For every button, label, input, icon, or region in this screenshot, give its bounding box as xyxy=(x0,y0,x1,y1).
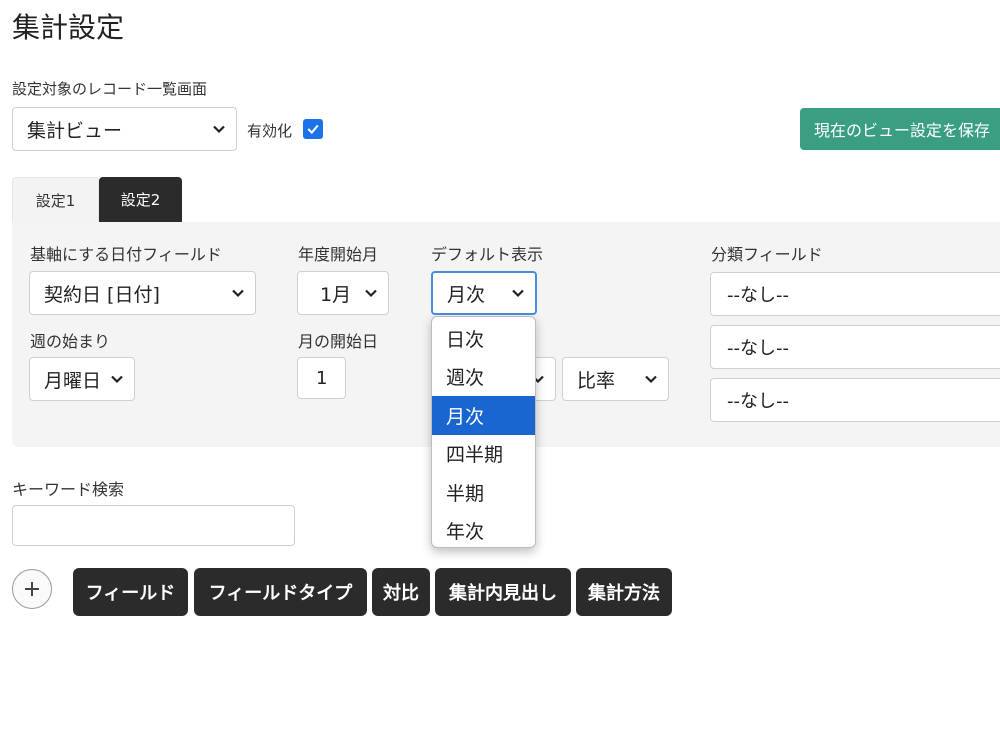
option-yearly[interactable]: 年次 xyxy=(432,512,535,551)
tab-settings-1[interactable]: 設定1 xyxy=(12,177,99,222)
target-view-value: 集計ビュー xyxy=(27,119,123,142)
month-start-label: 月の開始日 xyxy=(298,332,379,351)
enable-checkbox[interactable] xyxy=(303,119,323,139)
option-weekly[interactable]: 週次 xyxy=(432,358,535,397)
tab-settings-2[interactable]: 設定2 xyxy=(99,177,182,222)
category-field-select-2[interactable]: --なし-- xyxy=(710,325,1000,369)
chevron-down-icon xyxy=(110,372,124,386)
ratio-value: 比率 xyxy=(577,369,616,392)
option-half-year[interactable]: 半期 xyxy=(432,473,535,512)
target-view-label: 設定対象のレコード一覧画面 xyxy=(12,80,208,98)
default-view-label: デフォルト表示 xyxy=(431,245,544,264)
week-start-label: 週の始まり xyxy=(30,332,111,351)
page-title: 集計設定 xyxy=(12,11,125,44)
default-view-select[interactable]: 月次 xyxy=(431,271,537,315)
category-field-select-3[interactable]: --なし-- xyxy=(710,378,1000,422)
category-field-label: 分類フィールド xyxy=(711,245,823,264)
add-button[interactable] xyxy=(12,569,52,609)
date-field-value: 契約日 [日付] xyxy=(44,283,160,306)
date-field-label: 基軸にする日付フィールド xyxy=(30,245,222,264)
plus-icon xyxy=(25,582,39,596)
checkmark-icon xyxy=(307,124,319,135)
chevron-down-icon xyxy=(644,372,658,386)
keyword-search-input[interactable] xyxy=(12,505,295,546)
aggregation-method-button[interactable]: 集計方法 xyxy=(576,568,672,616)
chevron-down-icon xyxy=(364,286,378,300)
fiscal-month-label: 年度開始月 xyxy=(298,245,379,264)
chevron-down-icon xyxy=(212,122,226,136)
chevron-down-icon xyxy=(511,286,525,300)
save-view-button[interactable]: 現在のビュー設定を保存 xyxy=(800,108,1000,150)
ratio-select[interactable]: 比率 xyxy=(562,357,669,401)
option-monthly[interactable]: 月次 xyxy=(432,396,535,435)
field-type-button[interactable]: フィールドタイプ xyxy=(194,568,367,616)
option-daily[interactable]: 日次 xyxy=(432,319,535,358)
week-start-value: 月曜日 xyxy=(44,369,102,392)
keyword-label: キーワード検索 xyxy=(12,480,125,499)
chevron-down-icon xyxy=(231,286,245,300)
date-field-select[interactable]: 契約日 [日付] xyxy=(29,271,256,315)
heading-button[interactable]: 集計内見出し xyxy=(435,568,571,616)
enable-label: 有効化 xyxy=(247,122,293,140)
comparison-button[interactable]: 対比 xyxy=(372,568,430,616)
fiscal-month-select[interactable]: 1月 xyxy=(297,271,389,315)
fiscal-month-value: 1月 xyxy=(320,283,352,306)
default-view-dropdown: 日次 週次 月次 四半期 半期 年次 xyxy=(431,316,536,548)
option-quarterly[interactable]: 四半期 xyxy=(432,435,535,474)
field-button[interactable]: フィールド xyxy=(73,568,188,616)
category-field-select-1[interactable]: --なし-- xyxy=(710,272,1000,316)
default-view-value: 月次 xyxy=(447,283,486,306)
month-start-input[interactable]: 1 xyxy=(297,357,346,399)
week-start-select[interactable]: 月曜日 xyxy=(29,357,135,401)
target-view-select[interactable]: 集計ビュー xyxy=(12,107,237,151)
